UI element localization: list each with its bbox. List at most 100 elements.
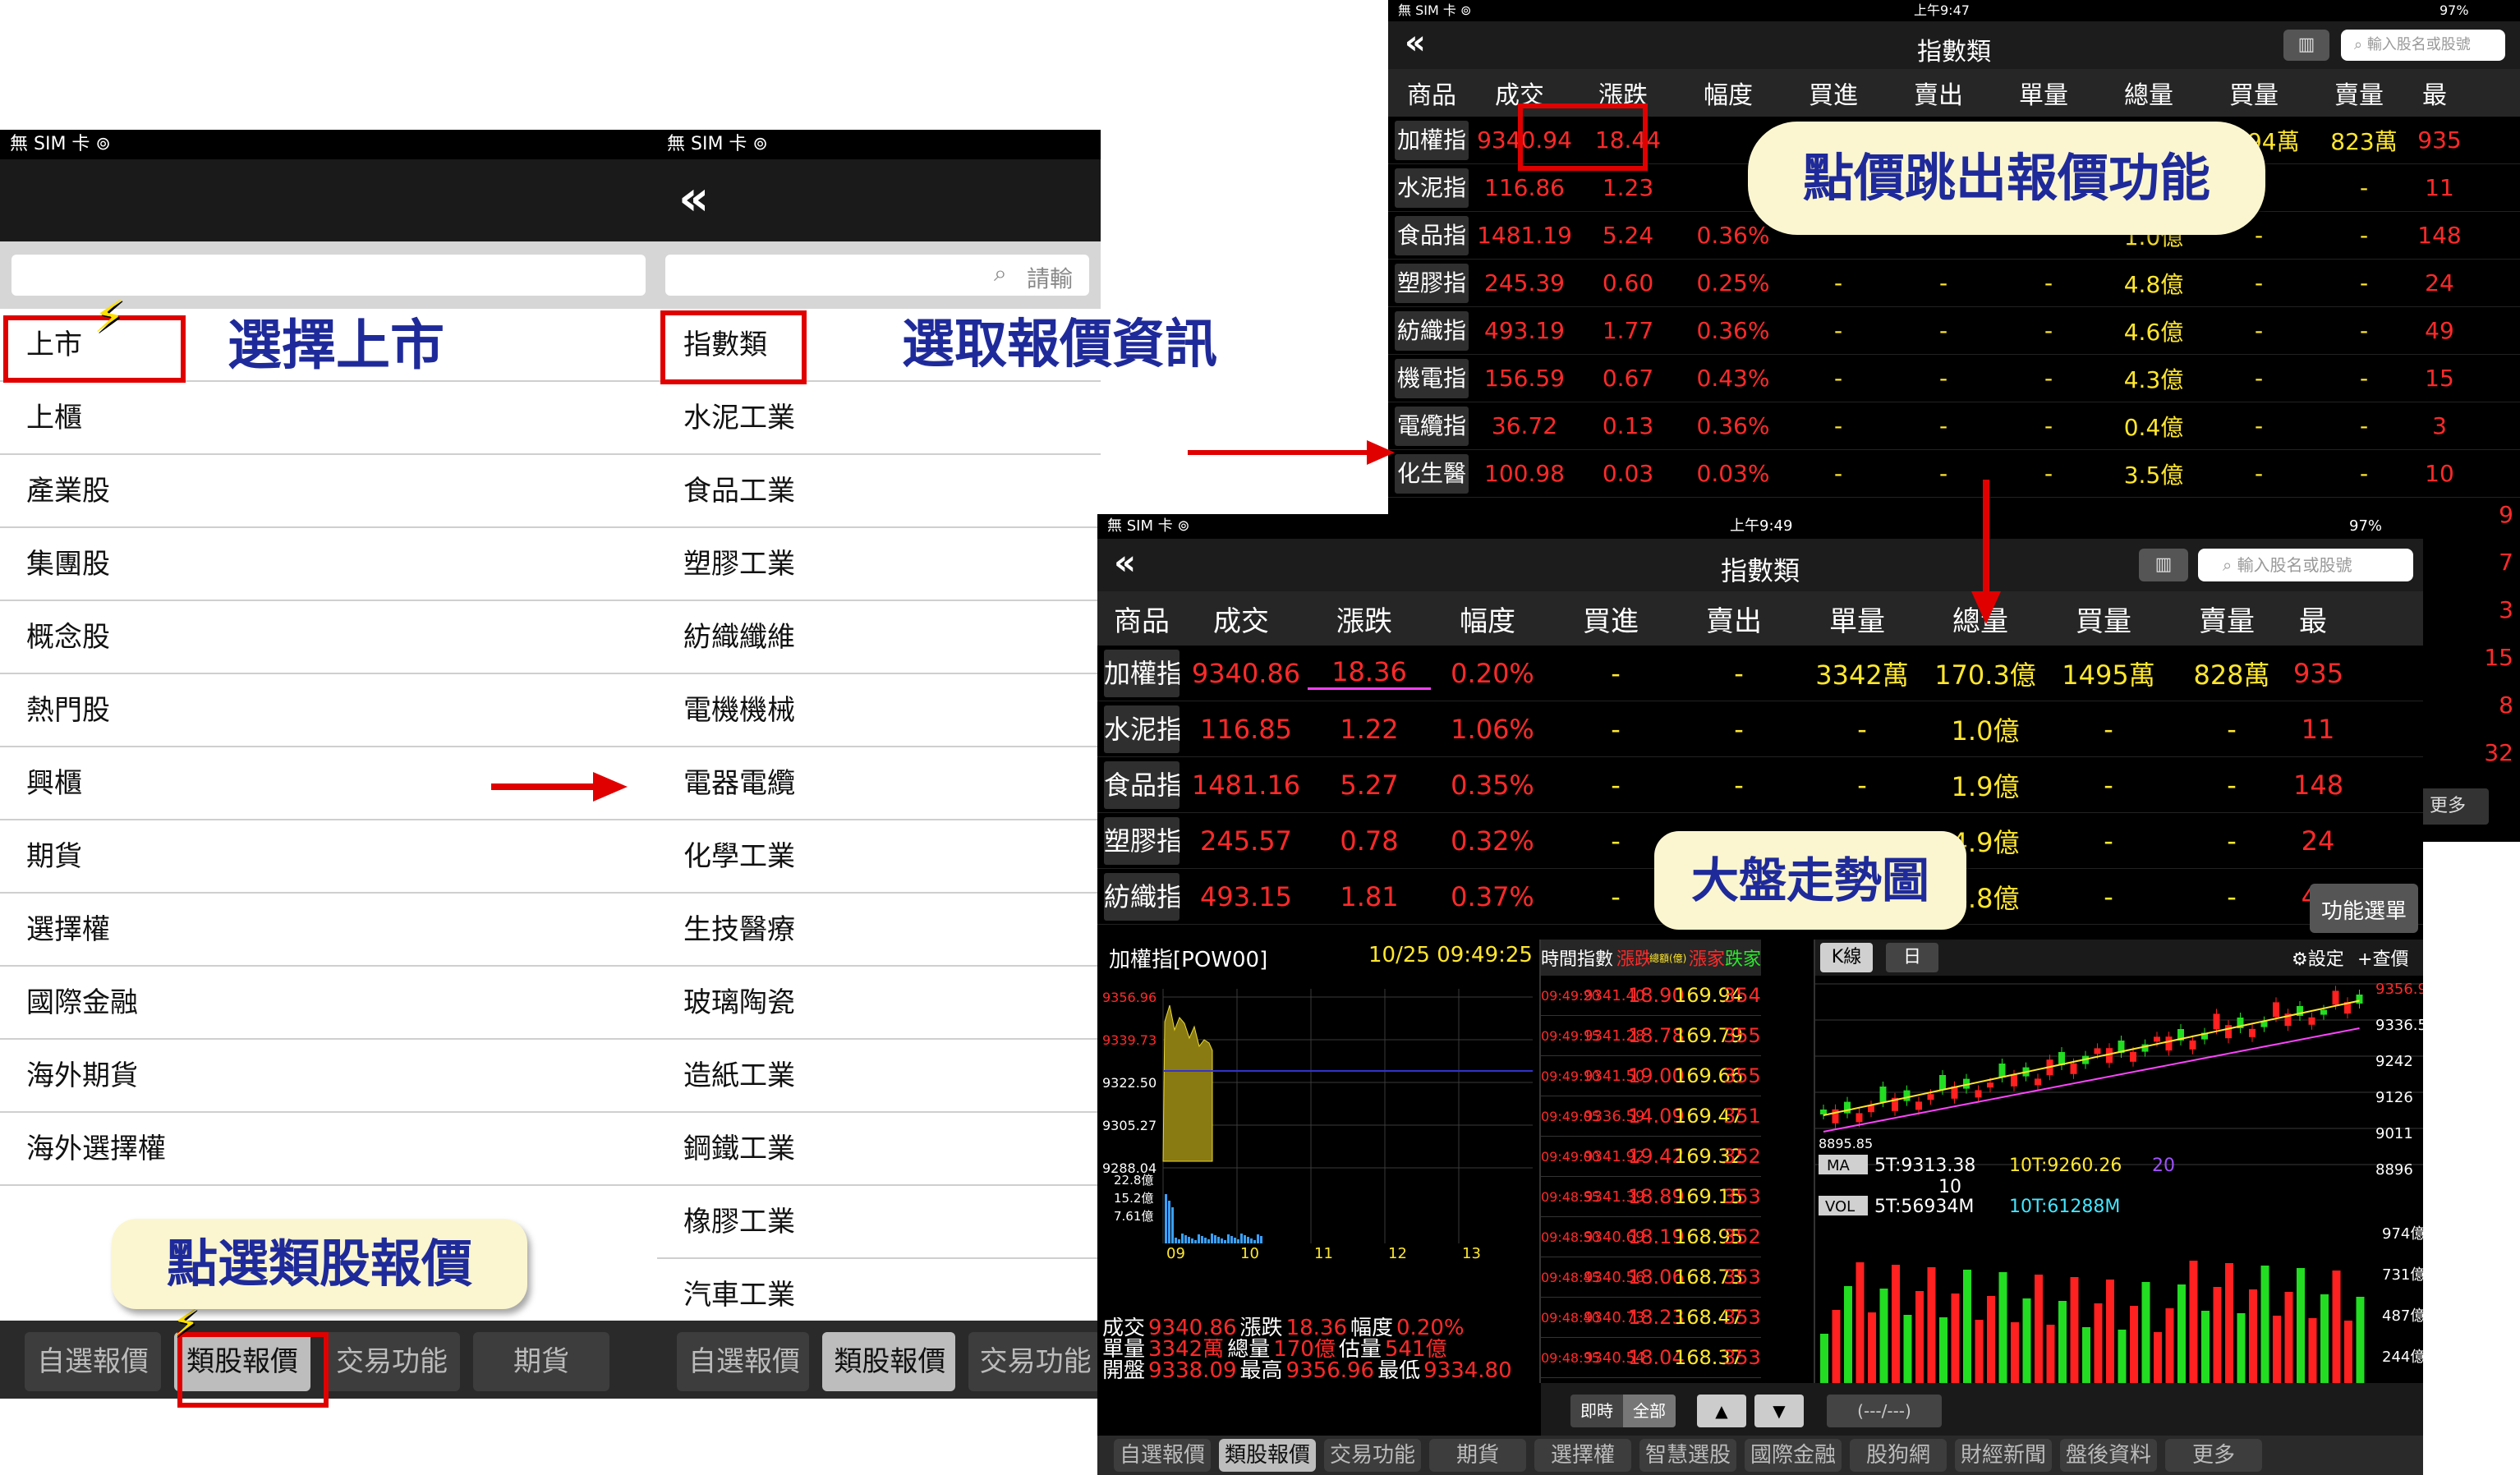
kline-tab[interactable]: K線 [1820, 943, 1873, 972]
tab-1[interactable]: 類股報價 [1219, 1439, 1316, 1472]
book-icon[interactable]: ▥ [2139, 549, 2188, 581]
list-item[interactable]: 塑膠工業 [657, 528, 1101, 601]
cell-hi: 15 [2425, 365, 2454, 392]
cell-price[interactable]: 116.85 [1184, 714, 1308, 745]
search-input[interactable]: ⌕ 請輸 [665, 255, 1089, 296]
cell-buy: - [1833, 317, 1843, 344]
right-edge-value: 9 [2499, 501, 2513, 528]
tab-4[interactable]: 選擇權 [1534, 1439, 1631, 1472]
tab-2[interactable]: 交易功能 [968, 1332, 1101, 1391]
tab-2[interactable]: 交易功能 [324, 1332, 460, 1391]
tab-5[interactable]: 智慧選股 [1639, 1439, 1736, 1472]
list-item[interactable]: 概念股 [0, 601, 657, 674]
list-item[interactable]: 紡織纖維 [657, 601, 1101, 674]
tab-2[interactable]: 交易功能 [1324, 1439, 1421, 1472]
tab-3[interactable]: 期貨 [473, 1332, 609, 1391]
table-row[interactable]: 電纜指 36.72 0.13 0.36% - - - 0.4億 - - 3 [1388, 402, 2520, 450]
tab-10[interactable]: 更多 [2165, 1439, 2262, 1472]
day-tab[interactable]: 日 [1886, 943, 1938, 972]
list-item[interactable]: 玻璃陶瓷 [657, 967, 1101, 1040]
volume-bar [1191, 1238, 1193, 1243]
cell-chg: 18.36 [1308, 656, 1431, 690]
tab-0[interactable]: 自選報價 [25, 1332, 161, 1391]
list-item[interactable]: 橡膠工業 [657, 1186, 1101, 1259]
tab-0[interactable]: 自選報價 [677, 1332, 810, 1391]
tick-all-button[interactable]: 全部 [1623, 1395, 1676, 1427]
function-menu-button[interactable]: 功能選單 [2310, 884, 2418, 933]
search-input[interactable] [11, 255, 646, 296]
cell-price[interactable]: 493.15 [1184, 881, 1308, 912]
tick-up-button[interactable]: ▲ [1697, 1395, 1746, 1427]
table-row[interactable]: 加權指 9340.86 18.36 0.20% - - 3342萬 170.3億 1495萬 82… [1097, 646, 2423, 701]
tab-8[interactable]: 財經新聞 [1955, 1439, 2052, 1472]
subcategory-list: 指數類 水泥工業 食品工業 塑膠工業 紡織纖維 電機機械 電器電纜 化學工業 生技醫療 玻璃陶瓷造… [657, 309, 1101, 1332]
cell-price[interactable]: 245.39 [1474, 269, 1575, 296]
volume-bar [1201, 1236, 1203, 1243]
search-input[interactable]: ⌕ 輸入股名或股號 [2341, 30, 2505, 61]
list-item[interactable]: 生技醫療 [657, 894, 1101, 967]
candle-body [2165, 1036, 2173, 1051]
list-item[interactable]: 水泥工業 [657, 382, 1101, 455]
list-item[interactable]: 產業股 [0, 455, 657, 528]
product-name: 水泥指 [1104, 705, 1180, 753]
tab-3[interactable]: 期貨 [1429, 1439, 1526, 1472]
ma-sub-value: 10 [1938, 1177, 1961, 1197]
tab-6[interactable]: 國際金融 [1745, 1439, 1842, 1472]
table-row[interactable]: 機電指 156.59 0.67 0.43% - - - 4.3億 - - 15 [1388, 355, 2520, 402]
query-button[interactable]: +查價 [2357, 944, 2408, 971]
list-item[interactable]: 化學工業 [657, 820, 1101, 894]
cell-buy: - [1833, 365, 1843, 392]
list-item[interactable]: 海外選擇權 [0, 1113, 657, 1186]
candle-body [2273, 1002, 2279, 1018]
cell-price[interactable]: 9340.86 [1184, 658, 1308, 689]
tab-1[interactable]: 類股報價 [822, 1332, 955, 1391]
cell-price[interactable]: 156.59 [1474, 365, 1575, 392]
chevron-double-left-icon[interactable]: « [678, 174, 709, 222]
list-item[interactable]: 集團股 [0, 528, 657, 601]
table-row[interactable]: 紡織指 493.19 1.77 0.36% - - - 4.6億 - - 49 [1388, 307, 2520, 355]
list-item[interactable]: 鋼鐵工業 [657, 1113, 1101, 1186]
column-header: 漲跌 [1336, 604, 1392, 638]
list-item[interactable]: 上櫃 [0, 382, 657, 455]
list-item[interactable]: 電器電纜 [657, 747, 1101, 820]
cell-price[interactable]: 100.98 [1474, 460, 1575, 487]
cell-price[interactable]: 1481.16 [1184, 770, 1308, 801]
list-item[interactable]: 選擇權 [0, 894, 657, 967]
vol-tick-label: 487億 [2382, 1307, 2423, 1325]
table-row[interactable]: 塑膠指 245.39 0.60 0.25% - - - 4.8億 - - 24 [1388, 260, 2520, 307]
book-icon[interactable]: ▥ [2283, 30, 2329, 61]
cell-chg: 1.77 [1602, 317, 1654, 344]
volume-bar [1188, 1237, 1190, 1243]
column-header: 賣出 [1914, 81, 1963, 110]
cell-price[interactable]: 493.19 [1474, 317, 1575, 344]
list-item[interactable]: 造紙工業 [657, 1040, 1101, 1113]
tick-range-button[interactable]: (---/---) [1827, 1395, 1942, 1427]
cell-price[interactable]: 245.57 [1184, 825, 1308, 857]
list-item[interactable]: 國際金融 [0, 967, 657, 1040]
list-item[interactable]: 海外期貨 [0, 1040, 657, 1113]
cell-price[interactable]: 116.86 [1474, 174, 1575, 201]
tick-cell: 09:49:10 [1541, 1068, 1600, 1084]
tick-down-button[interactable]: ▼ [1754, 1395, 1804, 1427]
vol-tick-label: 244億 [2382, 1349, 2423, 1366]
cell-pct: 0.20% [1451, 657, 1534, 689]
cell-price[interactable]: 36.72 [1474, 412, 1575, 439]
tab-7[interactable]: 股狗網 [1850, 1439, 1947, 1472]
list-item[interactable]: 期貨 [0, 820, 657, 894]
tick-cell: 352 [1723, 1225, 1761, 1248]
list-item[interactable]: 電機機械 [657, 674, 1101, 747]
list-item[interactable]: 食品工業 [657, 455, 1101, 528]
tab-9[interactable]: 盤後資料 [2060, 1439, 2157, 1472]
kline-volume-bar [1820, 1334, 1828, 1383]
table-row[interactable]: 化生醫 100.98 0.03 0.03% - - - 3.5億 - - 10 [1388, 450, 2520, 498]
list-item[interactable]: 熱門股 [0, 674, 657, 747]
candle-body [2249, 1028, 2256, 1037]
tab-0[interactable]: 自選報價 [1114, 1439, 1211, 1472]
search-input[interactable]: ⌕ 輸入股名或股號 [2198, 549, 2413, 581]
tick-now-button[interactable]: 即時 [1570, 1395, 1623, 1427]
cell-price[interactable]: 1481.19 [1474, 222, 1575, 249]
settings-button[interactable]: ⚙設定 [2292, 944, 2344, 971]
table-row[interactable]: 食品指 1481.16 5.27 0.35% - - - 1.9億 - - 148 [1097, 757, 2423, 813]
column-header: 買進 [1583, 604, 1639, 638]
table-row[interactable]: 水泥指 116.85 1.22 1.06% - - - 1.0億 - - 11 [1097, 701, 2423, 757]
